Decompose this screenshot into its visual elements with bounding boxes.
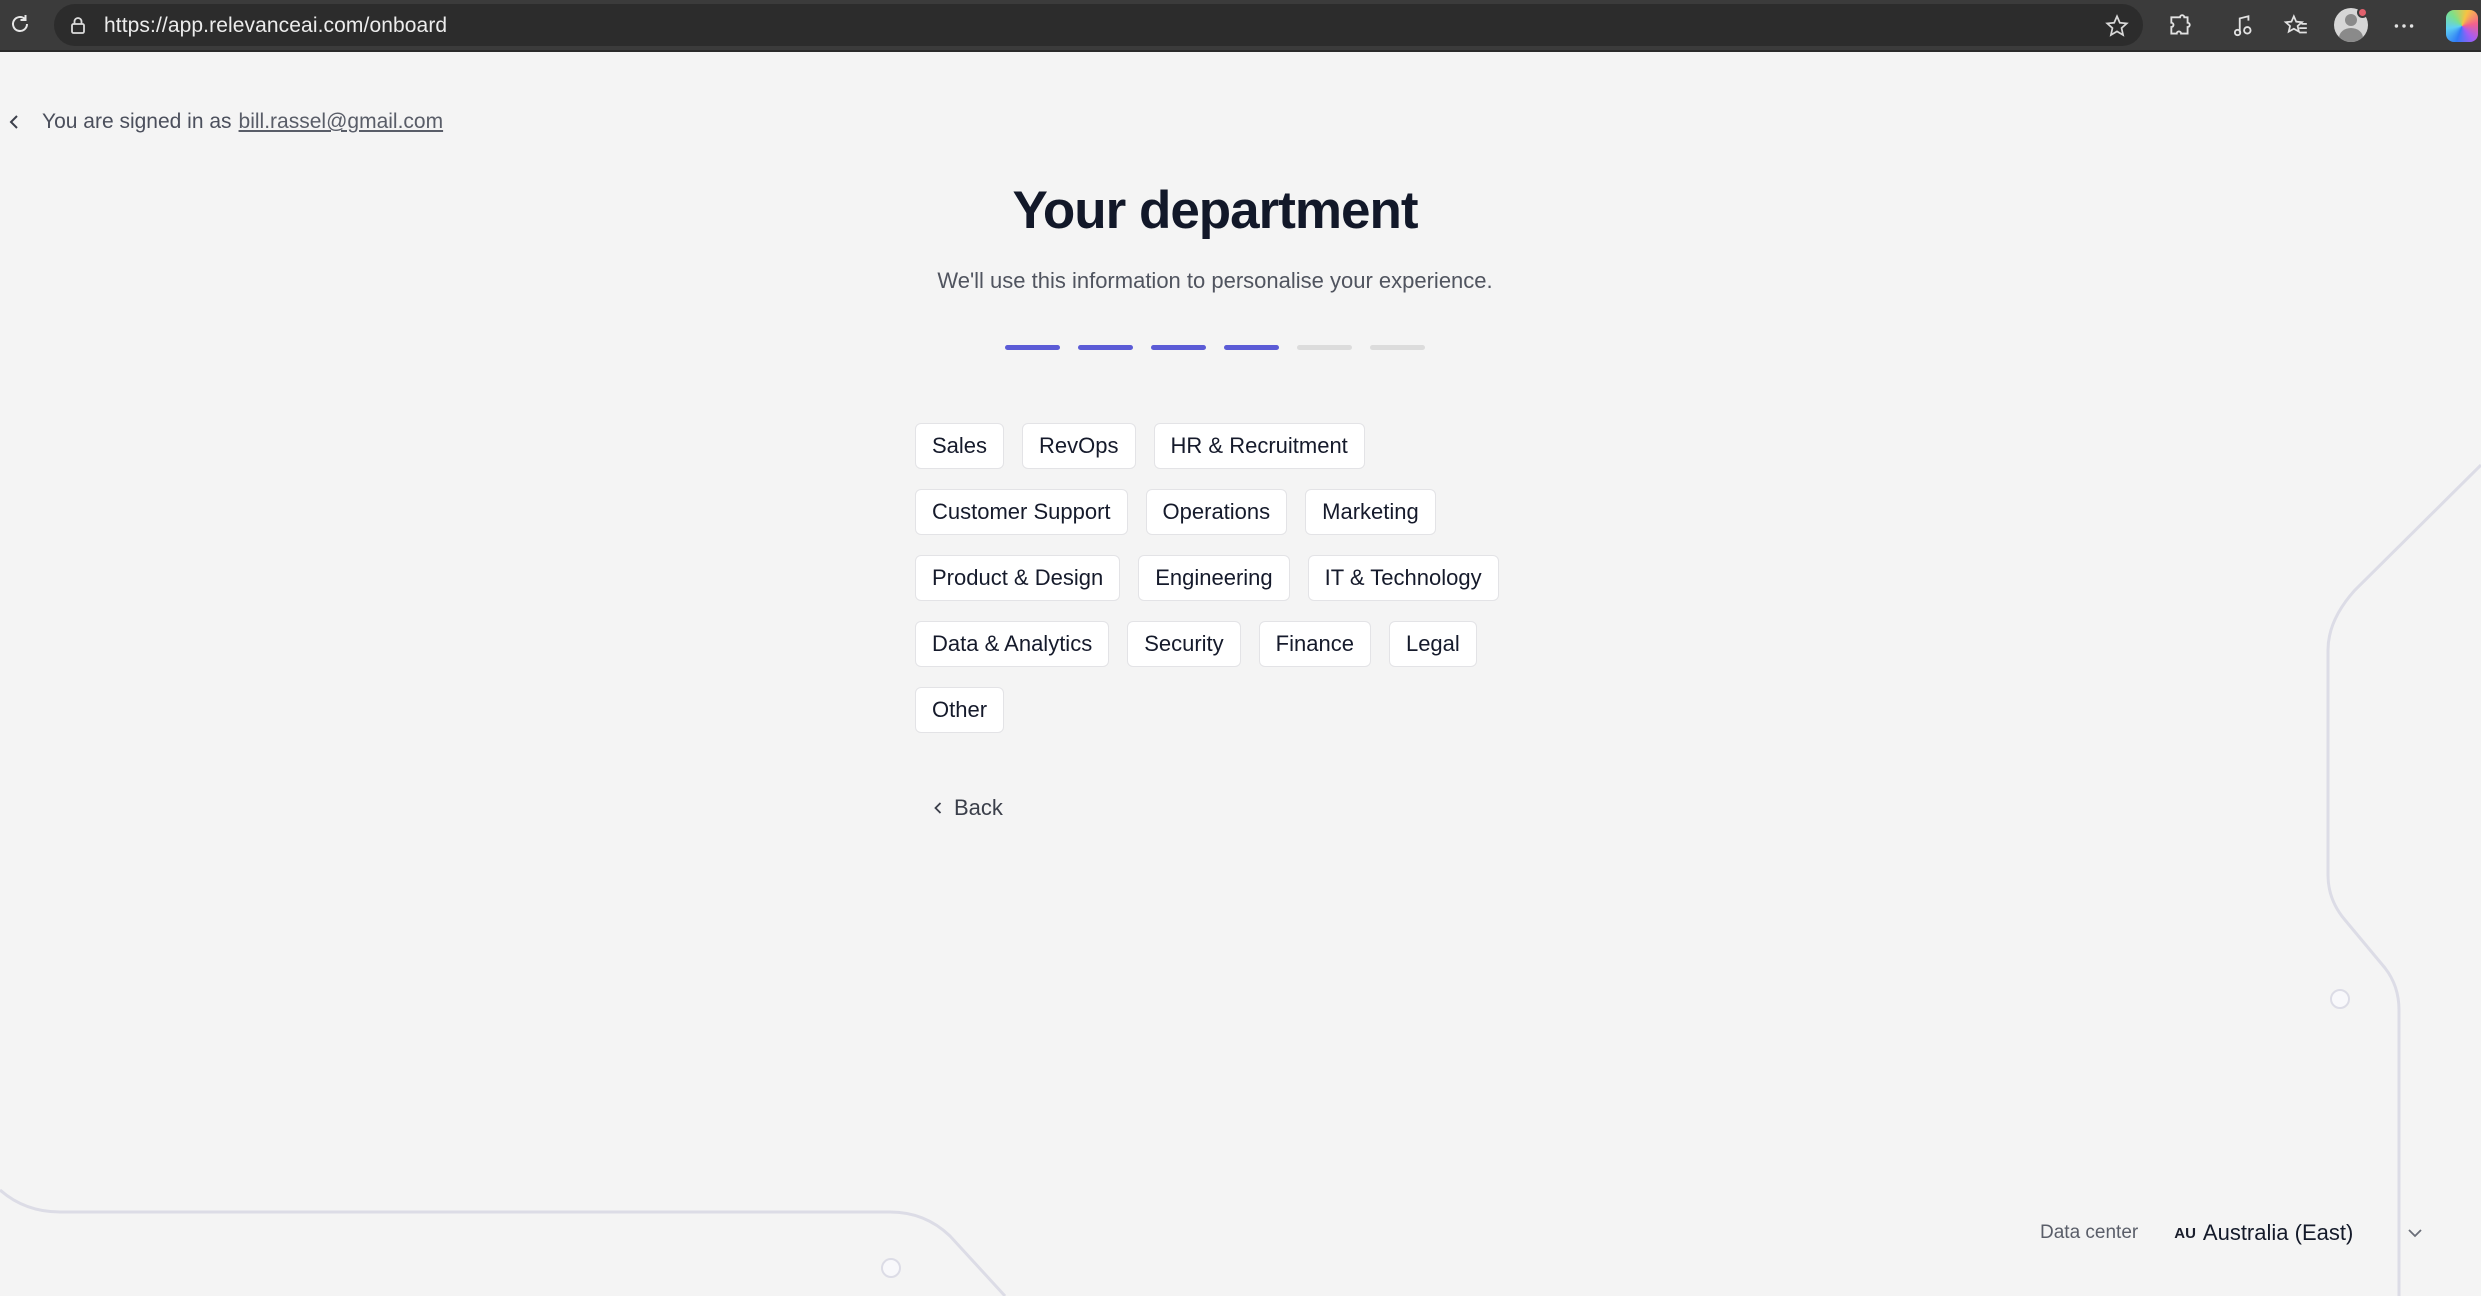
data-center-value: Australia (East) [2202, 1220, 2354, 1245]
department-row: Product & Design Engineering IT & Techno… [915, 555, 1535, 601]
chevron-down-icon [2403, 1221, 2427, 1245]
department-chip-product-design[interactable]: Product & Design [915, 555, 1121, 601]
department-chip-engineering[interactable]: Engineering [1138, 555, 1290, 601]
more-icon[interactable] [2386, 8, 2422, 44]
department-chip-revops[interactable]: RevOps [1022, 423, 1136, 469]
department-row: Sales RevOps HR & Recruitment [915, 423, 1535, 469]
data-center-dropdown[interactable]: AU Australia (East) [2174, 1220, 2427, 1246]
url-text[interactable]: https://app.relevanceai.com/onboard [104, 14, 447, 38]
progress-step [1224, 345, 1279, 350]
progress-step [1005, 345, 1060, 350]
favorites-icon[interactable] [2278, 8, 2314, 44]
signed-in-label: You are signed in as [42, 110, 232, 133]
extensions-icon[interactable] [2162, 8, 2198, 44]
department-row: Data & Analytics Security Finance Legal [915, 621, 1535, 667]
department-row: Customer Support Operations Marketing [915, 489, 1535, 535]
lock-icon[interactable] [66, 13, 90, 37]
department-chip-finance[interactable]: Finance [1258, 621, 1371, 667]
page-title: Your department [1012, 181, 1418, 240]
media-icon[interactable] [2225, 8, 2261, 44]
browser-toolbar: https://app.relevanceai.com/onboard [0, 0, 2481, 52]
address-bar[interactable]: https://app.relevanceai.com/onboard [54, 4, 2143, 46]
department-chip-sales[interactable]: Sales [915, 423, 1005, 469]
department-chip-data-analytics[interactable]: Data & Analytics [915, 621, 1110, 667]
department-chip-security[interactable]: Security [1127, 621, 1241, 667]
department-chip-marketing[interactable]: Marketing [1305, 489, 1436, 535]
data-center-label: Data center [2040, 1222, 2139, 1243]
progress-step [1078, 345, 1133, 350]
back-button[interactable]: Back [928, 790, 1003, 826]
reload-icon[interactable] [6, 10, 34, 38]
department-chip-hr-recruitment[interactable]: HR & Recruitment [1153, 423, 1365, 469]
signed-in-bar: You are signed in as bill.rassel@gmail.c… [0, 104, 443, 140]
page-subtitle: We'll use this information to personalis… [937, 268, 1493, 293]
department-row: Other [915, 687, 1535, 733]
notification-dot [2357, 7, 2368, 18]
chevron-left-icon [928, 790, 948, 826]
progress-step [1151, 345, 1206, 350]
favorite-star-icon[interactable] [2103, 12, 2131, 40]
data-center-selector: Data center AU Australia (East) [2040, 1218, 2427, 1248]
region-code: AU [2174, 1224, 2196, 1242]
chevron-left-icon[interactable] [4, 104, 24, 140]
back-label: Back [954, 795, 1003, 820]
department-options: Sales RevOps HR & Recruitment Customer S… [915, 423, 1535, 753]
department-chip-legal[interactable]: Legal [1388, 621, 1477, 667]
progress-step [1370, 345, 1425, 350]
copilot-icon[interactable] [2446, 10, 2478, 42]
progress-step [1297, 345, 1352, 350]
signed-in-email-link[interactable]: bill.rassel@gmail.com [239, 110, 444, 134]
department-chip-customer-support[interactable]: Customer Support [915, 489, 1128, 535]
department-chip-it-technology[interactable]: IT & Technology [1307, 555, 1499, 601]
decoration-node [2330, 989, 2350, 1009]
step-progress [1005, 345, 1425, 350]
department-chip-operations[interactable]: Operations [1145, 489, 1288, 535]
decoration-node [881, 1258, 901, 1278]
department-chip-other[interactable]: Other [915, 687, 1005, 733]
